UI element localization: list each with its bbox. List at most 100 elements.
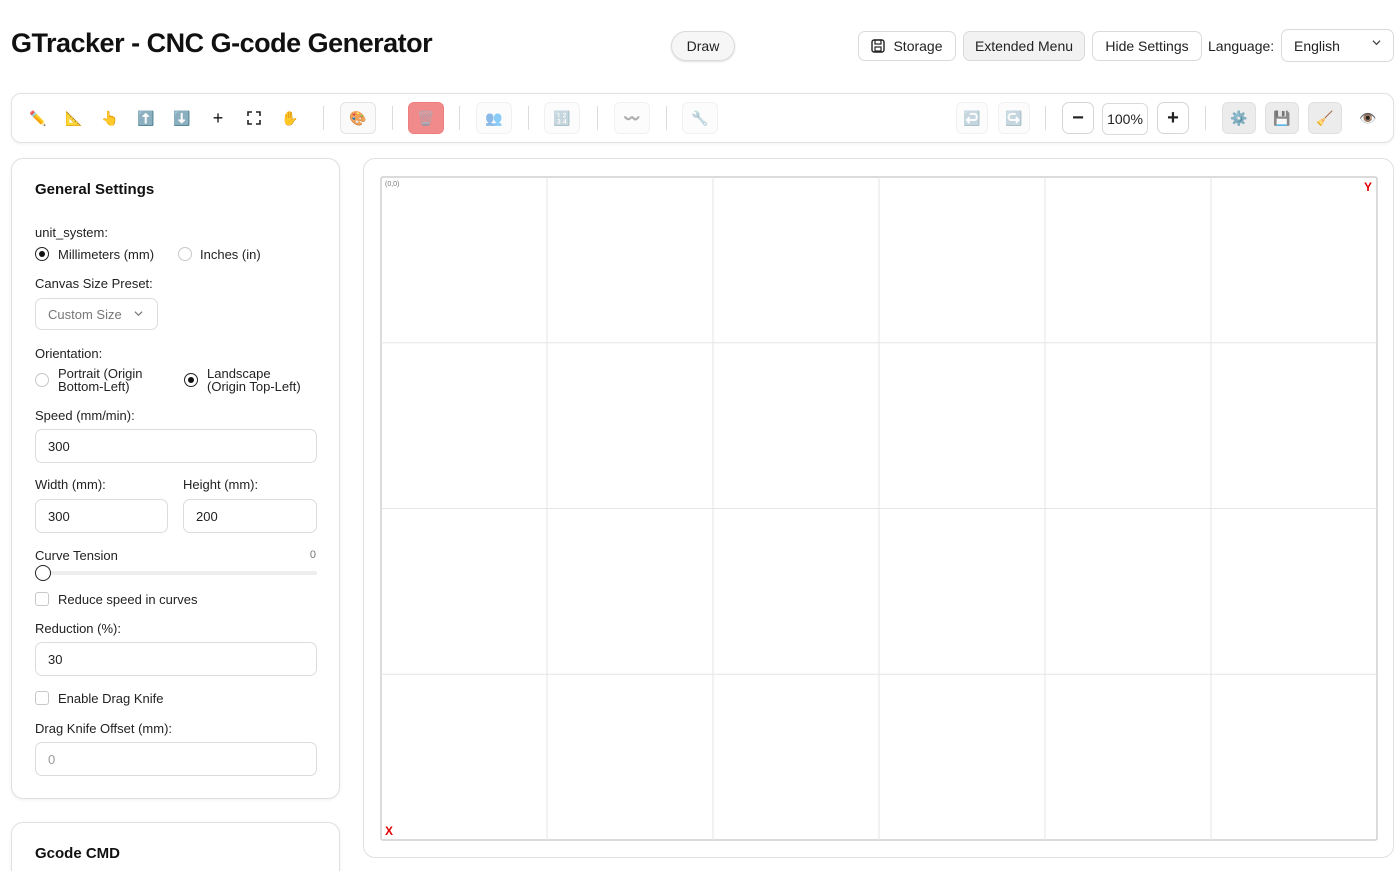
users-icon: 👥 — [485, 109, 503, 126]
canvas-preset-label: Canvas Size Preset: — [35, 276, 153, 291]
floppy-disk-icon: 💾 — [1273, 109, 1291, 126]
palette-icon: 🎨 — [349, 109, 367, 126]
reduce-speed-checkbox[interactable] — [35, 592, 49, 606]
canvas-preset-select[interactable]: Custom Size — [35, 298, 158, 330]
gear-icon: ⚙️ — [1230, 109, 1248, 126]
redo-icon: ↪️ — [1005, 109, 1023, 126]
chevron-down-icon — [1372, 40, 1381, 46]
hide-settings-button[interactable]: Hide Settings — [1092, 31, 1202, 61]
arrow-up-box-icon: ⬆️ — [137, 109, 155, 126]
curve-tension-value: 0 — [309, 549, 316, 561]
plus-icon: + — [212, 107, 224, 128]
zoom-level: 100% — [1102, 103, 1148, 135]
reduction-input[interactable]: 30 — [35, 642, 317, 676]
language-select[interactable]: English — [1281, 29, 1394, 62]
broom-icon: 🧹 — [1316, 109, 1334, 126]
unit-mm-radio[interactable] — [35, 247, 49, 261]
fullscreen-icon — [247, 111, 261, 125]
reduce-speed-label: Reduce speed in curves — [58, 592, 198, 607]
pointer-hand-icon: 👆 — [101, 109, 119, 126]
minus-icon: − — [1072, 106, 1084, 129]
toolbar-divider — [1045, 106, 1046, 130]
pencil-icon: ✏️ — [29, 109, 47, 126]
group-button[interactable]: 👥 — [476, 102, 512, 134]
undo-button[interactable]: ↩️ — [956, 102, 988, 134]
select-tool-button[interactable]: 👆 — [94, 102, 126, 134]
extended-menu-button[interactable]: Extended Menu — [963, 31, 1085, 61]
pan-tool-button[interactable]: ✋ — [274, 102, 306, 134]
ruler-tool-button[interactable]: 📐 — [58, 102, 90, 134]
add-point-button[interactable]: + — [202, 102, 234, 134]
hand-pan-icon: ✋ — [281, 109, 299, 126]
landscape-radio[interactable] — [184, 373, 198, 387]
fit-view-button[interactable] — [238, 102, 270, 134]
gcode-cmd-panel: Gcode CMD — [11, 822, 340, 871]
unit-in-radio[interactable] — [178, 247, 192, 261]
grid-button[interactable]: 🔢 — [544, 102, 580, 134]
storage-button-label: Storage — [893, 38, 943, 54]
curve-tension-label: Curve Tension — [35, 548, 118, 563]
gcode-panel-title: Gcode CMD — [35, 845, 121, 862]
orientation-label: Orientation: — [35, 346, 103, 361]
undo-icon: ↩️ — [963, 109, 981, 126]
drag-knife-offset-input[interactable]: 0 — [35, 742, 317, 776]
wave-icon: 〰️ — [623, 109, 641, 126]
curve-tension-slider-thumb[interactable] — [35, 565, 51, 581]
delete-button[interactable]: 🗑️ — [408, 102, 444, 134]
toolbar-divider — [392, 106, 393, 130]
unit-in-label: Inches (in) — [200, 247, 261, 262]
panel-title: General Settings — [35, 181, 155, 198]
landscape-label-line2: (Origin Top-Left) — [207, 379, 301, 394]
unit-system-label: unit_system: — [35, 225, 108, 240]
toolbar-divider — [666, 106, 667, 130]
language-label: Language: — [1208, 38, 1275, 54]
portrait-radio[interactable] — [35, 373, 49, 387]
palette-button[interactable]: 🎨 — [340, 102, 376, 134]
draw-button[interactable]: Draw — [671, 31, 735, 61]
canvas-preset-value: Custom Size — [48, 306, 122, 322]
toolbar-divider — [597, 106, 598, 130]
drag-knife-checkbox[interactable] — [35, 691, 49, 705]
general-settings-panel: General Settings unit_system: Millimeter… — [11, 158, 340, 799]
height-input[interactable]: 200 — [183, 499, 317, 533]
preview-button[interactable]: 👁️ — [1352, 102, 1384, 134]
width-label: Width (mm): — [35, 477, 106, 492]
drawing-canvas[interactable]: (0,0) Y X — [380, 176, 1378, 842]
pen-down-button[interactable]: ⬇️ — [166, 102, 198, 134]
drag-knife-offset-label: Drag Knife Offset (mm): — [35, 721, 173, 736]
toolbar-divider — [459, 106, 460, 130]
zoom-out-button[interactable]: − — [1062, 102, 1094, 134]
eye-icon: 👁️ — [1359, 109, 1377, 126]
zoom-in-button[interactable]: + — [1157, 102, 1189, 134]
tool-settings-button[interactable]: 🔧 — [682, 102, 718, 134]
pencil-tool-button[interactable]: ✏️ — [22, 102, 54, 134]
speed-input[interactable]: 300 — [35, 429, 317, 463]
trash-icon: 🗑️ — [417, 109, 435, 126]
storage-button[interactable]: Storage — [858, 31, 956, 61]
wrench-icon: 🔧 — [691, 109, 709, 126]
toolbar-divider — [528, 106, 529, 130]
width-input[interactable]: 300 — [35, 499, 168, 533]
portrait-label-line2: Bottom-Left) — [58, 379, 130, 394]
curve-button[interactable]: 〰️ — [614, 102, 650, 134]
toolbar: ✏️ 📐 👆 ⬆️ ⬇️ + ✋ 🎨 🗑️ 👥 🔢 〰️ 🔧 ↩️ ↪️ − 1… — [11, 93, 1394, 143]
settings-gear-button[interactable]: ⚙️ — [1222, 102, 1256, 134]
pen-up-button[interactable]: ⬆️ — [130, 102, 162, 134]
app-header: GTracker - CNC G-code Generator Draw Sto… — [0, 0, 1400, 92]
curve-tension-slider-track[interactable] — [35, 571, 317, 575]
toolbar-divider — [323, 106, 324, 130]
clear-button[interactable]: 🧹 — [1308, 102, 1342, 134]
save-button[interactable]: 💾 — [1265, 102, 1299, 134]
height-label: Height (mm): — [183, 477, 259, 492]
language-select-value: English — [1294, 37, 1340, 54]
app-title: GTracker - CNC G-code Generator — [11, 28, 433, 58]
redo-button[interactable]: ↪️ — [998, 102, 1030, 134]
reduction-label: Reduction (%): — [35, 621, 121, 636]
plus-icon: + — [1167, 106, 1179, 129]
speed-label: Speed (mm/min): — [35, 408, 135, 423]
ruler-icon: 📐 — [65, 109, 83, 126]
toolbar-divider — [1205, 106, 1206, 130]
chevron-down-icon — [134, 311, 143, 317]
floppy-disk-icon — [871, 39, 886, 53]
drag-knife-label: Enable Drag Knife — [58, 691, 164, 706]
